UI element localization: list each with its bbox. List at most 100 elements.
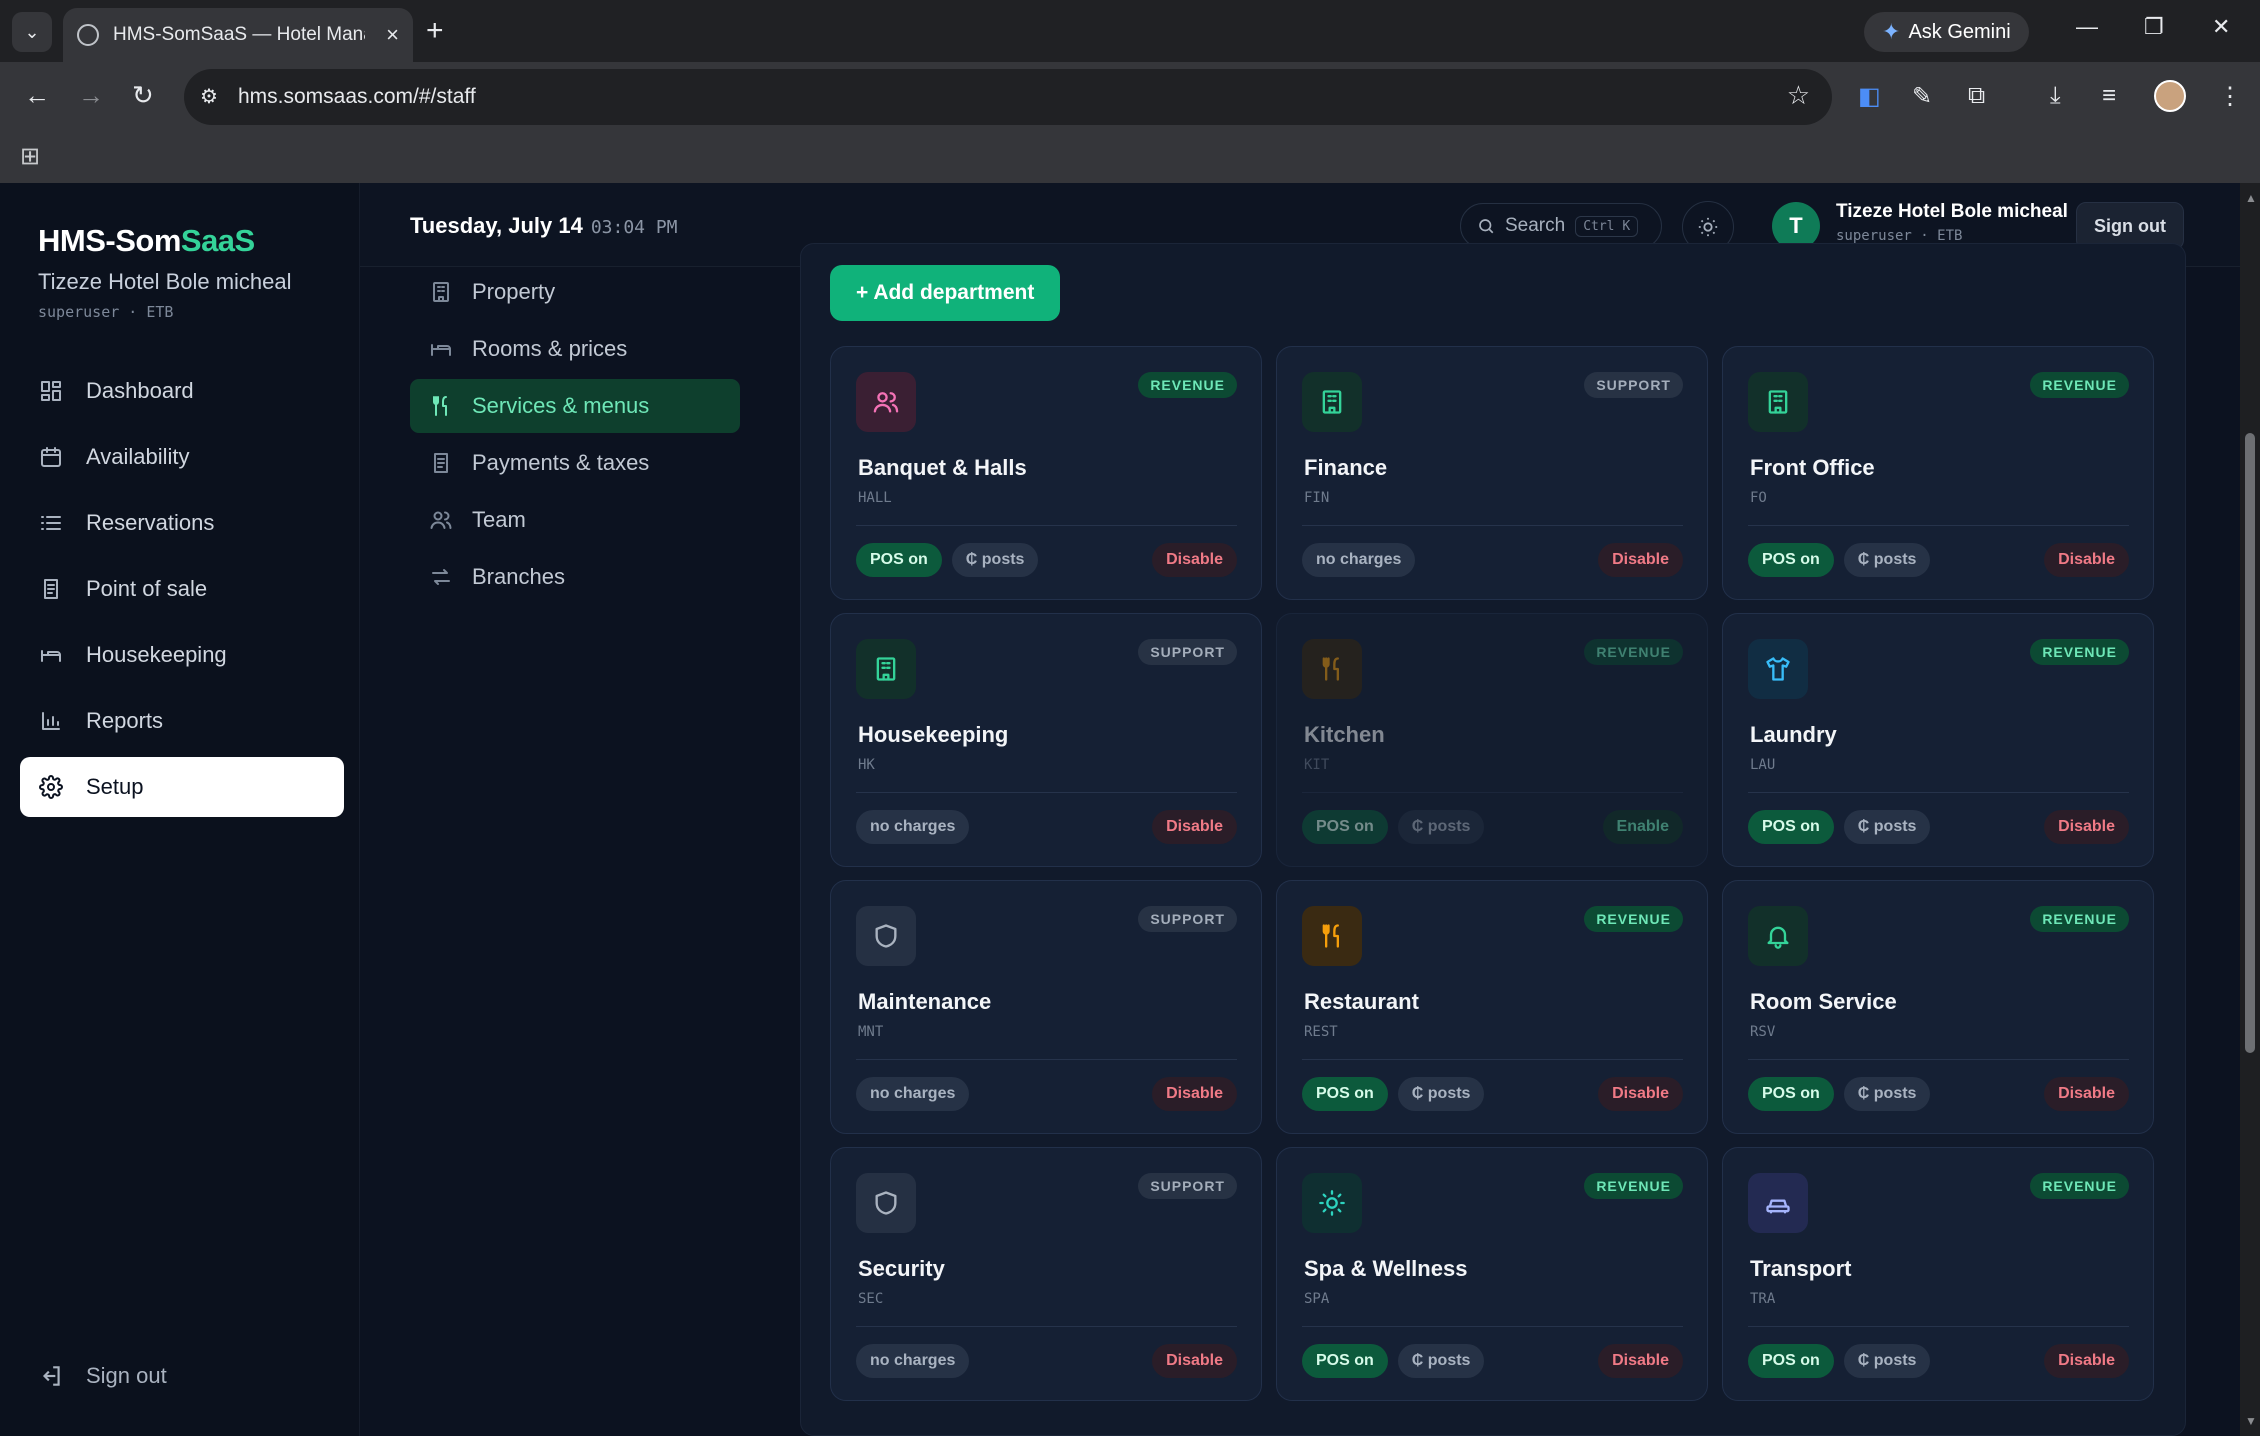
posts-badge: ₵ posts (951, 543, 1039, 577)
tab-search-button[interactable]: ⌄ (12, 12, 52, 52)
menu-dots-icon[interactable]: ⋮ (2218, 82, 2242, 111)
setup-nav-property[interactable]: Property (410, 265, 740, 319)
address-bar[interactable]: ⚙ hms.somsaas.com/#/staff ☆ (184, 69, 1832, 125)
disable-button[interactable]: Disable (1152, 1344, 1237, 1378)
utensils-icon (1322, 657, 1339, 681)
disable-button[interactable]: Disable (1152, 810, 1237, 844)
pos-on-badge: POS on (1748, 543, 1834, 577)
add-department-button[interactable]: + Add department (830, 265, 1061, 321)
close-tab-icon[interactable]: × (386, 22, 399, 48)
disable-button[interactable]: Disable (2044, 810, 2129, 844)
nav-item-reservations[interactable]: Reservations (20, 493, 344, 553)
disable-button[interactable]: Disable (1152, 543, 1237, 577)
scroll-up-icon[interactable]: ▲ (2245, 191, 2257, 205)
bookmarks-bar: ⊞ (0, 132, 2260, 183)
setup-nav-team[interactable]: Team (410, 493, 740, 547)
download-icon[interactable]: ⤓ (2050, 82, 2061, 110)
department-type-badge: REVENUE (2030, 1173, 2129, 1199)
department-card-room-service[interactable]: REVENUE Room Service RSV POS on ₵ posts Disab… (1722, 880, 2154, 1134)
swap-icon (432, 569, 450, 585)
department-card-housekeeping[interactable]: SUPPORT Housekeeping HK no charges Disable (830, 613, 1262, 867)
list-icon-wrap (38, 510, 64, 536)
department-card-transport[interactable]: REVENUE Transport TRA POS on ₵ posts Disable (1722, 1147, 2154, 1401)
nav-item-availability[interactable]: Availability (20, 427, 344, 487)
department-card-finance[interactable]: SUPPORT Finance FIN no charges Disable (1276, 346, 1708, 600)
no-charges-badge: no charges (856, 1077, 970, 1111)
page-scrollbar[interactable]: ▲ ▼ (2240, 183, 2260, 1436)
brand-accent: SaaS (180, 223, 255, 258)
nav-item-dashboard[interactable]: Dashboard (20, 361, 344, 421)
setup-nav-branches[interactable]: Branches (410, 550, 740, 604)
nav-item-reports[interactable]: Reports (20, 691, 344, 751)
close-window-icon[interactable]: ✕ (2212, 14, 2230, 40)
department-code: SPA (1304, 1291, 1330, 1307)
nav-item-point-of-sale[interactable]: Point of sale (20, 559, 344, 619)
disable-button[interactable]: Disable (2044, 543, 2129, 577)
ask-gemini-button[interactable]: ✦ Ask Gemini (1864, 12, 2029, 52)
search-shortcut: Ctrl K (1575, 215, 1639, 237)
new-tab-button[interactable]: + (426, 14, 444, 48)
disable-button[interactable]: Disable (1598, 543, 1683, 577)
users-icon-wrap (428, 508, 454, 532)
apps-grid-icon[interactable]: ⊞ (20, 142, 40, 171)
site-info-icon[interactable]: ⚙ (200, 84, 218, 109)
enable-button[interactable]: Enable (1602, 810, 1683, 844)
department-type-badge: REVENUE (1584, 906, 1683, 932)
disable-button[interactable]: Disable (1598, 1344, 1683, 1378)
bookmark-star-icon[interactable]: ☆ (1787, 80, 1810, 111)
calendar-icon-wrap (38, 444, 64, 470)
posts-badge: ₵ posts (1843, 1077, 1931, 1111)
disable-button[interactable]: Disable (1152, 1077, 1237, 1111)
department-card-front-office[interactable]: REVENUE Front Office FO POS on ₵ posts Disabl… (1722, 346, 2154, 600)
disable-button[interactable]: Disable (2044, 1344, 2129, 1378)
browser-tab[interactable]: HMS-SomSaaS — Hotel Manag × (63, 8, 413, 62)
department-icon (856, 372, 916, 432)
scrollbar-thumb[interactable] (2245, 433, 2255, 1053)
extensions-puzzle-icon[interactable]: ⧉ (1968, 82, 1985, 110)
department-card-restaurant[interactable]: REVENUE Restaurant REST POS on ₵ posts Disabl… (1276, 880, 1708, 1134)
scroll-down-icon[interactable]: ▼ (2245, 1414, 2257, 1428)
pos-on-badge: POS on (1748, 1077, 1834, 1111)
posts-badge: ₵ posts (1397, 1077, 1485, 1111)
sidebar-signout-button[interactable]: Sign out (38, 1363, 167, 1389)
shirt-icon (1766, 657, 1790, 681)
department-name: Restaurant (1304, 989, 1419, 1014)
setup-nav-rooms-and-prices[interactable]: Rooms & prices (410, 322, 740, 376)
nav-item-housekeeping[interactable]: Housekeeping (20, 625, 344, 685)
department-card-kitchen[interactable]: REVENUE Kitchen KIT POS on ₵ posts Enable (1276, 613, 1708, 867)
disable-button[interactable]: Disable (1598, 1077, 1683, 1111)
minimize-icon[interactable]: — (2076, 14, 2098, 40)
card-divider (856, 1326, 1237, 1327)
department-card-laundry[interactable]: REVENUE Laundry LAU POS on ₵ posts Disable (1722, 613, 2154, 867)
department-name: Kitchen (1304, 722, 1385, 747)
eyedropper-icon[interactable]: ✎ (1912, 82, 1932, 111)
department-card-banquet-and-halls[interactable]: REVENUE Banquet & Halls HALL POS on ₵ posts D… (830, 346, 1262, 600)
reload-icon[interactable]: ↻ (132, 80, 154, 111)
department-code: TRA (1750, 1291, 1776, 1307)
setup-nav-payments-and-taxes[interactable]: Payments & taxes (410, 436, 740, 490)
bar-chart-icon-wrap (38, 708, 64, 734)
main-nav: Dashboard Availability Reservations Point o… (20, 361, 344, 823)
restore-icon[interactable]: ❐ (2144, 14, 2164, 40)
building-icon (876, 657, 896, 681)
department-type-badge: REVENUE (1584, 1173, 1683, 1199)
forward-icon[interactable]: → (78, 80, 104, 111)
nav-item-setup[interactable]: Setup (20, 757, 344, 817)
setup-nav-services-and-menus[interactable]: Services & menus (410, 379, 740, 433)
department-icon (1748, 906, 1808, 966)
posts-badge: ₵ posts (1843, 1344, 1931, 1378)
disable-button[interactable]: Disable (2044, 1077, 2129, 1111)
department-card-spa-and-wellness[interactable]: REVENUE Spa & Wellness SPA POS on ₵ posts Dis… (1276, 1147, 1708, 1401)
profile-avatar[interactable] (2154, 80, 2186, 112)
browser-chrome: ⌄ HMS-SomSaaS — Hotel Manag × + ✦ Ask Ge… (0, 0, 2260, 183)
hotel-role: superuser · ETB (38, 303, 174, 321)
department-card-security[interactable]: SUPPORT Security SEC no charges Disable (830, 1147, 1262, 1401)
department-card-maintenance[interactable]: SUPPORT Maintenance MNT no charges Disable (830, 880, 1262, 1134)
brand-logo[interactable]: HMS-SomSaaS (38, 223, 255, 259)
user-name: Tizeze Hotel Bole micheal (1836, 201, 2068, 222)
dashboard-icon-wrap (38, 378, 64, 404)
back-icon[interactable]: ← (24, 80, 50, 111)
extension-icon[interactable]: ◧ (1858, 82, 1881, 111)
department-type-badge: SUPPORT (1584, 372, 1683, 398)
media-icon[interactable]: ≡ (2102, 82, 2116, 110)
